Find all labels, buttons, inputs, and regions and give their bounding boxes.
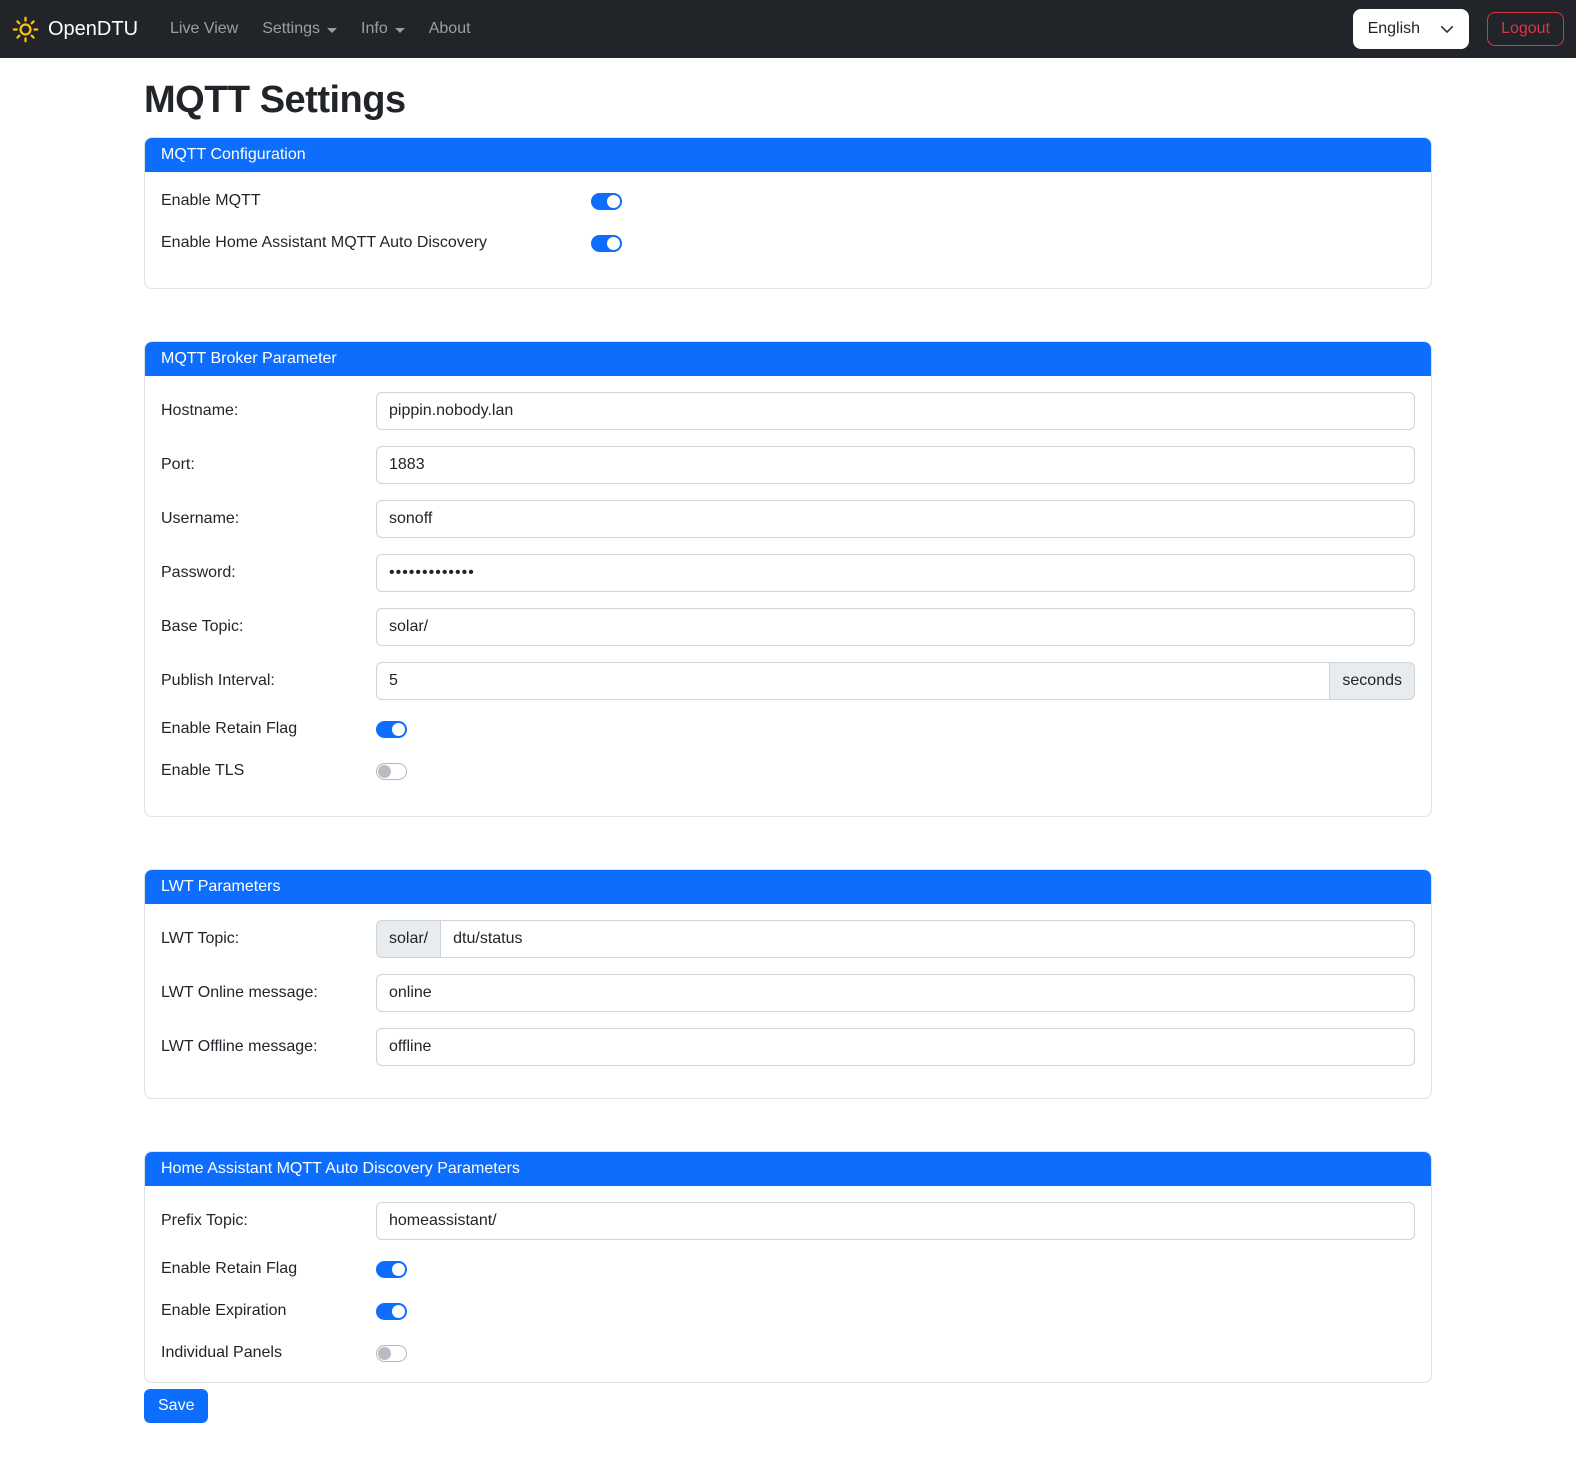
- password-row: Password:: [161, 554, 1415, 592]
- lwt-online-row: LWT Online message:: [161, 974, 1415, 1012]
- hostname-row: Hostname:: [161, 392, 1415, 430]
- password-input[interactable]: [376, 554, 1415, 592]
- individual-panels-label: Individual Panels: [161, 1344, 376, 1362]
- hostname-label: Hostname:: [161, 402, 376, 420]
- language-selected: English: [1368, 20, 1420, 38]
- enable-retain-label: Enable Retain Flag: [161, 720, 376, 738]
- lwt-parameters-card: LWT Parameters LWT Topic: solar/ LWT Onl…: [144, 869, 1432, 1099]
- enable-tls-label: Enable TLS: [161, 762, 376, 780]
- caret-down-icon: [395, 28, 405, 33]
- port-row: Port:: [161, 446, 1415, 484]
- hass-expiration-row: Enable Expiration: [161, 1298, 1415, 1324]
- hass-discovery-card: Home Assistant MQTT Auto Discovery Param…: [144, 1151, 1432, 1383]
- individual-panels-row: Individual Panels: [161, 1340, 1415, 1366]
- port-label: Port:: [161, 456, 376, 474]
- card-header: MQTT Broker Parameter: [145, 342, 1431, 376]
- brand-label: OpenDTU: [48, 18, 138, 41]
- enable-mqtt-label: Enable MQTT: [161, 192, 591, 210]
- enable-mqtt-switch[interactable]: [591, 193, 622, 210]
- navbar: OpenDTU Live View Settings Info About En…: [0, 0, 1576, 58]
- card-header: LWT Parameters: [145, 870, 1431, 904]
- save-button[interactable]: Save: [144, 1389, 208, 1423]
- hostname-input[interactable]: [376, 392, 1415, 430]
- sun-icon: [12, 16, 39, 43]
- individual-panels-switch[interactable]: [376, 1345, 407, 1362]
- lwt-offline-row: LWT Offline message:: [161, 1028, 1415, 1066]
- switch-knob: [378, 765, 391, 778]
- enable-retain-row: Enable Retain Flag: [161, 716, 1415, 742]
- nav-item-settings[interactable]: Settings: [262, 12, 337, 46]
- switch-knob: [392, 723, 405, 736]
- port-input[interactable]: [376, 446, 1415, 484]
- lwt-online-input[interactable]: [376, 974, 1415, 1012]
- publish-interval-label: Publish Interval:: [161, 672, 376, 690]
- brand-link[interactable]: OpenDTU: [12, 16, 138, 43]
- switch-knob: [392, 1263, 405, 1276]
- enable-mqtt-row: Enable MQTT: [161, 188, 1415, 214]
- language-select[interactable]: English: [1353, 9, 1469, 49]
- hass-retain-row: Enable Retain Flag: [161, 1256, 1415, 1282]
- hass-retain-label: Enable Retain Flag: [161, 1260, 376, 1278]
- hass-expiration-switch[interactable]: [376, 1303, 407, 1320]
- mqtt-configuration-card: MQTT Configuration Enable MQTT Enable Ho…: [144, 137, 1432, 289]
- lwt-topic-label: LWT Topic:: [161, 930, 376, 948]
- enable-retain-switch[interactable]: [376, 721, 407, 738]
- chevron-down-icon: [1440, 22, 1454, 36]
- enable-tls-switch[interactable]: [376, 763, 407, 780]
- base-topic-input[interactable]: [376, 608, 1415, 646]
- hass-expiration-label: Enable Expiration: [161, 1302, 376, 1320]
- lwt-offline-input[interactable]: [376, 1028, 1415, 1066]
- nav-item-live-view[interactable]: Live View: [170, 12, 238, 46]
- lwt-online-label: LWT Online message:: [161, 984, 376, 1002]
- lwt-offline-label: LWT Offline message:: [161, 1038, 376, 1056]
- prefix-topic-row: Prefix Topic:: [161, 1202, 1415, 1240]
- publish-interval-row: Publish Interval: seconds: [161, 662, 1415, 700]
- password-label: Password:: [161, 564, 376, 582]
- username-label: Username:: [161, 510, 376, 528]
- lwt-topic-prefix-addon: solar/: [376, 920, 440, 958]
- publish-interval-input[interactable]: [376, 662, 1330, 700]
- switch-knob: [392, 1305, 405, 1318]
- enable-tls-row: Enable TLS: [161, 758, 1415, 784]
- enable-hass-discovery-label: Enable Home Assistant MQTT Auto Discover…: [161, 234, 591, 252]
- mqtt-broker-card: MQTT Broker Parameter Hostname: Port: Us…: [144, 341, 1432, 817]
- lwt-topic-row: LWT Topic: solar/: [161, 920, 1415, 958]
- nav-item-info[interactable]: Info: [361, 12, 405, 46]
- logout-button[interactable]: Logout: [1487, 12, 1564, 46]
- base-topic-row: Base Topic:: [161, 608, 1415, 646]
- switch-knob: [607, 237, 620, 250]
- hass-retain-switch[interactable]: [376, 1261, 407, 1278]
- prefix-topic-label: Prefix Topic:: [161, 1212, 376, 1230]
- card-header: MQTT Configuration: [145, 138, 1431, 172]
- seconds-addon: seconds: [1330, 662, 1415, 700]
- lwt-topic-input[interactable]: [440, 920, 1415, 958]
- enable-hass-discovery-switch[interactable]: [591, 235, 622, 252]
- page-title: MQTT Settings: [144, 79, 1432, 122]
- card-header: Home Assistant MQTT Auto Discovery Param…: [145, 1152, 1431, 1186]
- nav-item-about[interactable]: About: [429, 12, 471, 46]
- enable-hass-discovery-row: Enable Home Assistant MQTT Auto Discover…: [161, 230, 1415, 256]
- username-row: Username:: [161, 500, 1415, 538]
- prefix-topic-input[interactable]: [376, 1202, 1415, 1240]
- caret-down-icon: [327, 28, 337, 33]
- switch-knob: [607, 195, 620, 208]
- switch-knob: [378, 1347, 391, 1360]
- username-input[interactable]: [376, 500, 1415, 538]
- base-topic-label: Base Topic:: [161, 618, 376, 636]
